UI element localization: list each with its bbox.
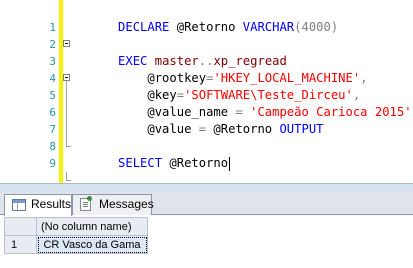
code-line: 4 @rootkey='HKEY_LOCAL_MACHINE',: [0, 53, 413, 104]
results-grid[interactable]: (No column name) 1 CR Vasco da Gama: [4, 217, 148, 254]
table-row[interactable]: 1 CR Vasco da Gama: [4, 235, 148, 254]
grid-corner[interactable]: [4, 217, 37, 236]
column-header[interactable]: (No column name): [36, 217, 148, 236]
keyword-token: SELECT: [118, 156, 163, 170]
code-line: 3 EXEC master..xp_regread: [0, 36, 413, 87]
code-line: 8: [0, 121, 413, 153]
messages-icon: [80, 196, 92, 211]
code-line: 2: [0, 19, 413, 51]
code-line: 9 SELECT @Retorno: [0, 138, 413, 181]
code-line: 6 @value_name = 'Campeão Carioca 2015',: [0, 87, 413, 138]
code-line: 1 DECLARE @Retorno VARCHAR(4000): [0, 2, 413, 47]
results-tab-strip: Results Messages: [0, 191, 413, 216]
code-line: 7 @value = @Retorno OUTPUT: [0, 104, 413, 147]
pane-splitter[interactable]: [0, 183, 413, 191]
grid-icon: [12, 199, 26, 211]
variable-token: @Retorno: [162, 156, 229, 170]
code-line: 5 @key='SOFTWARE\Teste_Dirceu',: [0, 70, 413, 121]
row-number[interactable]: 1: [4, 235, 37, 254]
result-cell[interactable]: CR Vasco da Gama: [36, 235, 148, 254]
tab-results[interactable]: Results: [4, 194, 72, 216]
tab-messages[interactable]: Messages: [72, 194, 154, 215]
tab-label: Messages: [99, 197, 154, 211]
query-editor[interactable]: 1 DECLARE @Retorno VARCHAR(4000) 2 3 EXE…: [0, 0, 413, 183]
line-number: 9: [49, 157, 56, 170]
tab-label: Results: [31, 197, 72, 211]
results-pane: Results Messages (No column name) 1 CR V…: [0, 191, 413, 268]
grid-header-row: (No column name): [4, 217, 148, 236]
text-cursor: [229, 156, 231, 171]
